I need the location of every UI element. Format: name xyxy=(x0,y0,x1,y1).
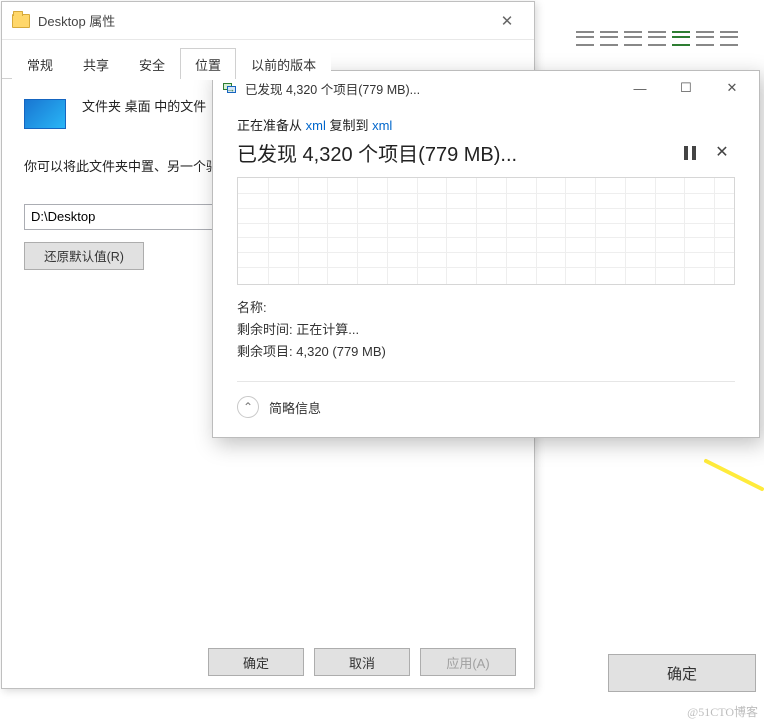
brief-info-label: 简略信息 xyxy=(269,398,321,417)
cancel-button[interactable]: 取消 xyxy=(314,648,410,676)
desktop-icon xyxy=(24,99,66,129)
remaining-items-row: 剩余项目: 4,320 (779 MB) xyxy=(237,341,735,363)
tab-security[interactable]: 安全 xyxy=(124,48,180,79)
preparing-line: 正在准备从 xml 复制到 xml xyxy=(237,115,735,134)
name-row: 名称: xyxy=(237,297,735,319)
copy-icon: → xyxy=(223,83,237,94)
folder-icon xyxy=(12,14,30,28)
tab-location[interactable]: 位置 xyxy=(180,48,236,79)
brief-info-toggle[interactable]: ⌃ 简略信息 xyxy=(237,381,735,418)
copy-info: 名称: 剩余时间: 正在计算... 剩余项目: 4,320 (779 MB) xyxy=(237,297,735,363)
discover-text: 已发现 4,320 个项目(779 MB)... xyxy=(237,138,671,167)
align-icon xyxy=(720,28,738,46)
remaining-time-row: 剩余时间: 正在计算... xyxy=(237,319,735,341)
chevron-up-icon: ⌃ xyxy=(237,396,259,418)
align-icon xyxy=(648,28,666,46)
prep-mid: 复制到 xyxy=(326,118,372,133)
align-icon xyxy=(672,28,690,46)
remaining-items-label: 剩余项目: xyxy=(237,344,293,359)
source-link[interactable]: xml xyxy=(306,118,326,133)
tab-sharing[interactable]: 共享 xyxy=(68,48,124,79)
restore-defaults-button[interactable]: 还原默认值(R) xyxy=(24,242,144,270)
copy-progress-dialog: → 已发现 4,320 个项目(779 MB)... — ☐ ✕ 正在准备从 x… xyxy=(212,70,760,438)
remaining-time-value: 正在计算... xyxy=(296,322,359,337)
copy-window-title: 已发现 4,320 个项目(779 MB)... xyxy=(245,79,617,98)
remaining-time-label: 剩余时间: xyxy=(237,322,293,337)
cancel-copy-button[interactable]: ✕ xyxy=(709,140,735,166)
align-icon xyxy=(576,28,594,46)
properties-title-text: Desktop 属性 xyxy=(38,11,486,30)
align-icon xyxy=(624,28,642,46)
maximize-button[interactable]: ☐ xyxy=(663,73,709,103)
prep-prefix: 正在准备从 xyxy=(237,118,306,133)
name-label: 名称: xyxy=(237,300,267,315)
pause-icon xyxy=(684,146,696,160)
folder-description: 文件夹 桌面 中的文件 xyxy=(82,97,206,117)
properties-titlebar: Desktop 属性 ✕ xyxy=(2,2,534,40)
progress-graph xyxy=(237,177,735,285)
ok-button[interactable]: 确定 xyxy=(208,648,304,676)
remaining-items-value: 4,320 (779 MB) xyxy=(296,344,386,359)
align-icon xyxy=(696,28,714,46)
background-ok-button[interactable]: 确定 xyxy=(608,654,756,692)
properties-footer: 确定 取消 应用(A) xyxy=(208,648,516,676)
dest-link[interactable]: xml xyxy=(372,118,392,133)
close-icon: ✕ xyxy=(715,145,728,161)
pause-button[interactable] xyxy=(677,140,703,166)
background-toolbar xyxy=(564,22,764,52)
copy-body: 正在准备从 xml 复制到 xml 已发现 4,320 个项目(779 MB).… xyxy=(213,105,759,432)
annotation-stroke xyxy=(704,455,764,495)
apply-button[interactable]: 应用(A) xyxy=(420,648,516,676)
path-value: D:\Desktop xyxy=(31,209,95,224)
minimize-button[interactable]: — xyxy=(617,73,663,103)
tab-previous-versions[interactable]: 以前的版本 xyxy=(236,48,331,79)
discover-heading: 已发现 4,320 个项目(779 MB)... ✕ xyxy=(237,138,735,167)
watermark: @51CTO博客 xyxy=(687,703,758,720)
align-icon xyxy=(600,28,618,46)
tab-general[interactable]: 常规 xyxy=(12,48,68,79)
close-button[interactable]: ✕ xyxy=(486,7,528,35)
close-button[interactable]: ✕ xyxy=(709,73,755,103)
